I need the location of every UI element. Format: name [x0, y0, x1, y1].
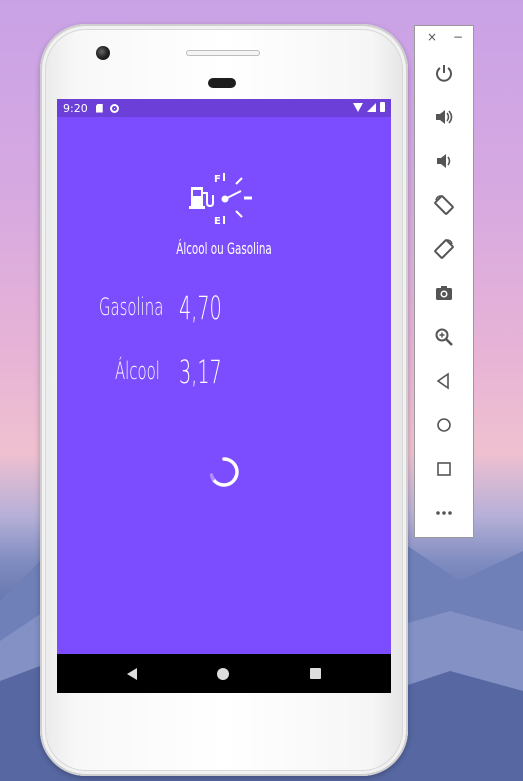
- signal-icon: [367, 102, 376, 112]
- front-camera: [96, 46, 110, 60]
- nav-home-icon[interactable]: [217, 667, 230, 680]
- sync-icon: [109, 103, 119, 113]
- volume-down-icon[interactable]: [433, 150, 455, 172]
- rotate-right-icon[interactable]: [433, 238, 455, 260]
- power-icon[interactable]: [433, 62, 455, 84]
- svg-text:F: F: [214, 174, 221, 185]
- close-icon[interactable]: ×: [427, 30, 437, 44]
- gasolina-value: 4,70: [179, 289, 222, 327]
- zoom-icon[interactable]: [433, 326, 455, 348]
- more-icon[interactable]: [433, 502, 455, 524]
- minimize-icon[interactable]: −: [453, 30, 463, 44]
- alcool-label: Álcool: [115, 357, 160, 385]
- earpiece: [208, 78, 236, 88]
- alcool-value: 3,17: [179, 353, 222, 391]
- gasolina-label: Gasolina: [99, 293, 164, 321]
- nav-recents-icon[interactable]: [309, 668, 321, 679]
- overview-icon[interactable]: [433, 458, 455, 480]
- loading-spinner: [209, 457, 239, 487]
- volume-up-icon[interactable]: [433, 106, 455, 128]
- device-screen: 9:20 F E Álcool ou Gasolina Gasolina 4,7…: [57, 99, 391, 693]
- nav-back-icon[interactable]: [127, 667, 138, 680]
- app-title: Álcool ou Gasolina: [176, 239, 272, 258]
- android-nav-bar: [57, 654, 391, 693]
- status-time: 9:20: [63, 101, 88, 115]
- sd-card-icon: [95, 103, 103, 113]
- phone-frame: 9:20 F E Álcool ou Gasolina Gasolina 4,7…: [40, 24, 408, 776]
- emulator-toolbar: × −: [414, 25, 474, 538]
- status-bar: 9:20: [57, 99, 391, 117]
- svg-text:E: E: [214, 216, 221, 227]
- back-icon[interactable]: [433, 370, 455, 392]
- home-icon[interactable]: [433, 414, 455, 436]
- camera-icon[interactable]: [433, 282, 455, 304]
- speaker-grille: [186, 50, 260, 56]
- wifi-icon: [353, 102, 363, 112]
- fuel-gauge-icon: F E: [189, 173, 252, 227]
- battery-icon: [380, 102, 385, 112]
- rotate-left-icon[interactable]: [433, 194, 455, 216]
